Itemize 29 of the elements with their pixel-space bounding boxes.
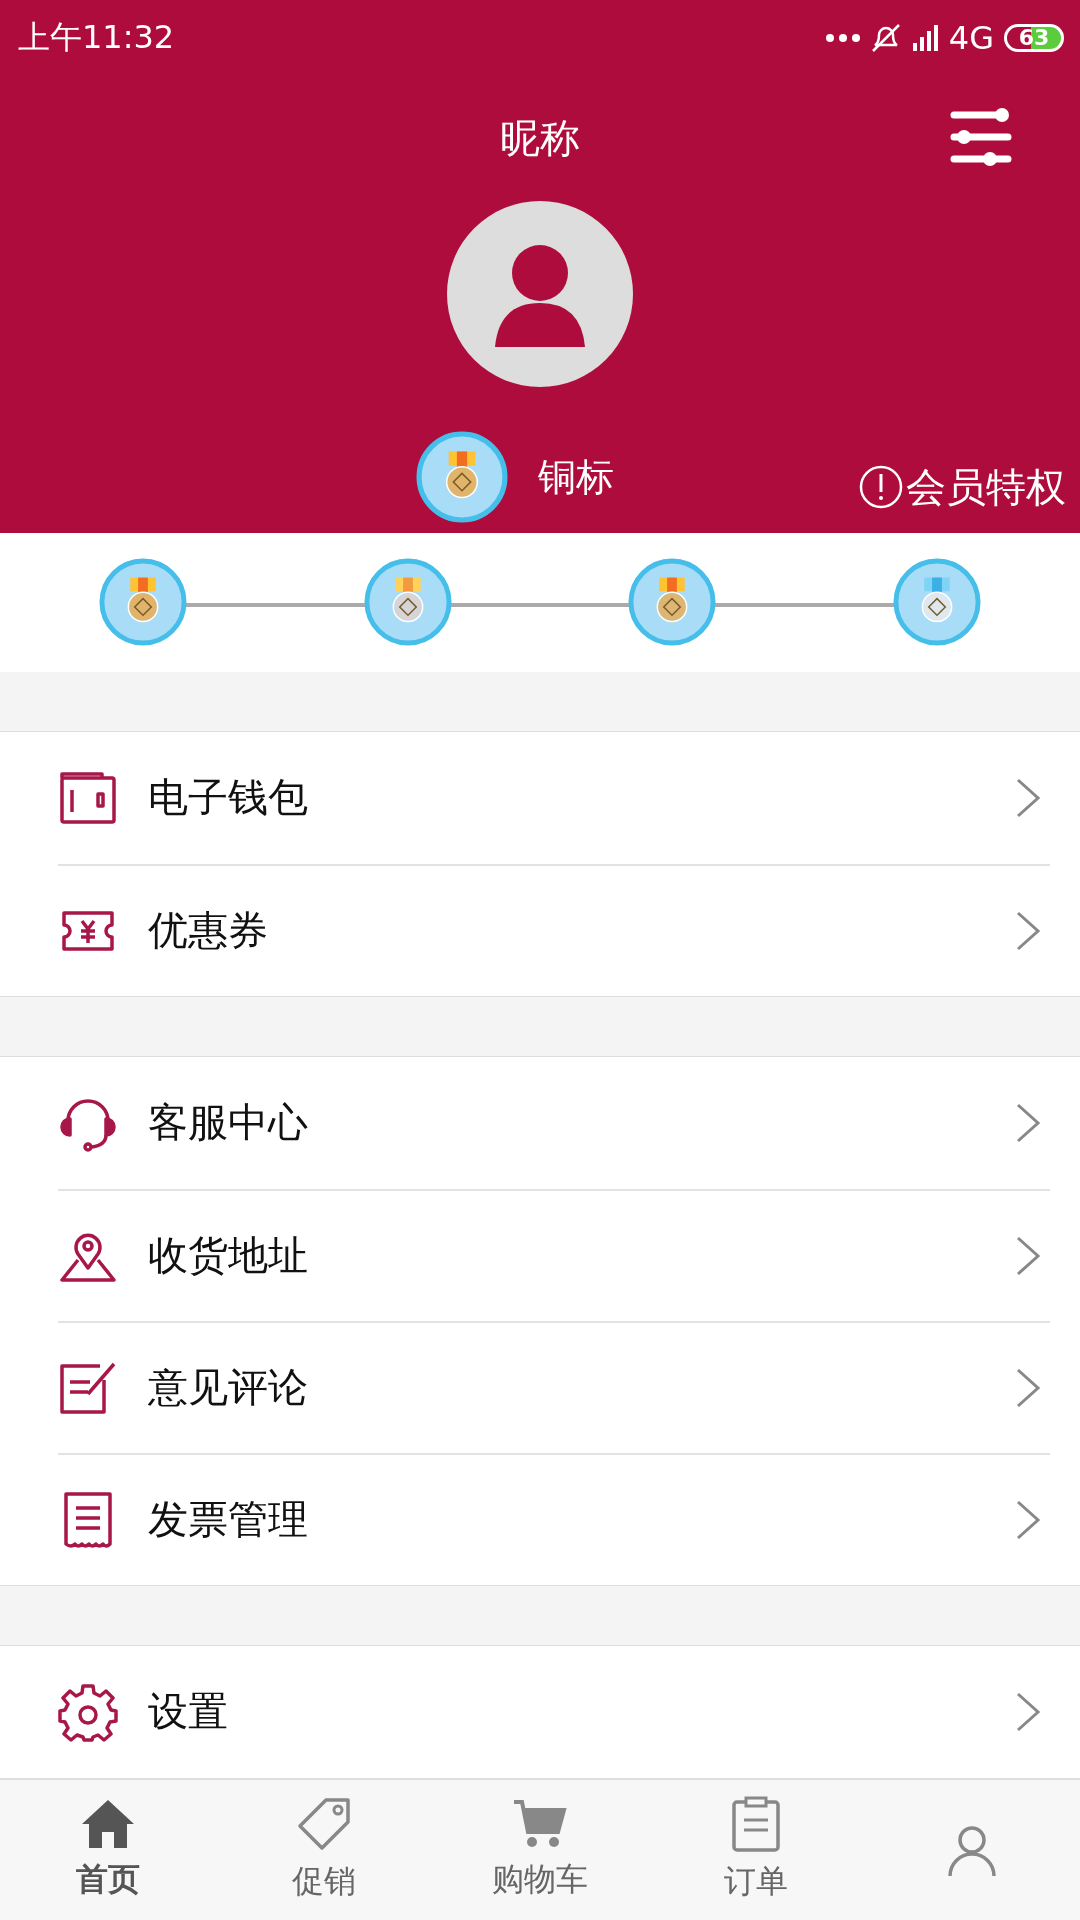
tab-item[interactable]: 购物车 (432, 1779, 648, 1920)
tab-item[interactable]: 促销 (216, 1779, 432, 1920)
alert-icon (858, 464, 904, 511)
signal-icon (910, 22, 939, 53)
more-dots-icon (824, 32, 861, 43)
settings-icon (58, 1681, 118, 1742)
tab-item[interactable]: 订单 (648, 1779, 864, 1920)
menu-item[interactable]: 发票管理 (58, 1452, 1050, 1585)
muted-bell-icon (870, 22, 901, 53)
cart-icon (512, 1797, 568, 1850)
medal-icon (363, 558, 452, 647)
filter-menu-button[interactable] (950, 107, 1012, 167)
menu-item[interactable]: 电子钱包 (58, 731, 1080, 864)
medal-icon (99, 558, 187, 647)
tab-item[interactable]: 首页 (0, 1779, 216, 1920)
medal-icon (628, 558, 717, 647)
status-time: 上午11:32 (18, 16, 175, 58)
tag-icon (296, 1795, 352, 1852)
medal-icon (892, 558, 981, 647)
nickname-title: 昵称 (500, 113, 580, 163)
menu-item[interactable]: 优惠券 (58, 863, 1050, 996)
menu-item[interactable]: 意见评论 (58, 1320, 1050, 1453)
member-privilege-link[interactable]: 会员特权 (858, 459, 1066, 515)
network-type: 4G (948, 18, 994, 57)
home-icon (80, 1797, 136, 1850)
menu-item[interactable]: 收货地址 (58, 1188, 1050, 1321)
clipboard-icon (730, 1795, 782, 1852)
level-name: 铜标 (538, 453, 614, 501)
menu-item[interactable]: 客服中心 (58, 1056, 1080, 1189)
